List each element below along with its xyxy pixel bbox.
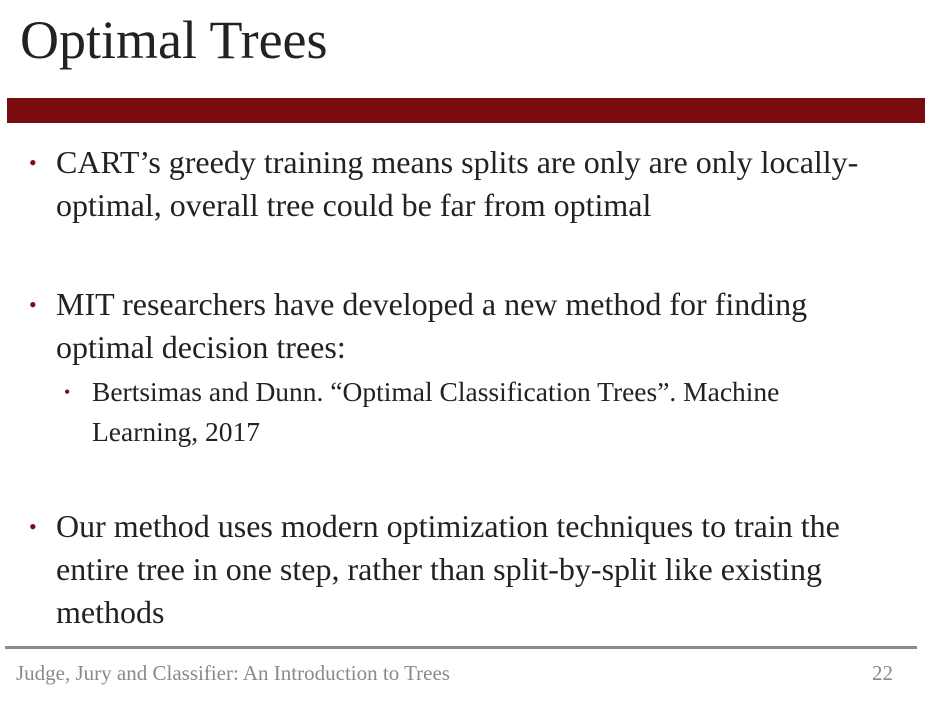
bullet-icon: • (29, 514, 37, 539)
bullet-item: • MIT researchers have developed a new m… (29, 283, 836, 369)
bullet-text: CART’s greedy training means splits are … (56, 144, 859, 223)
bullet-text: Our method uses modern optimization tech… (56, 508, 840, 630)
footer-divider (5, 646, 917, 649)
bullet-icon: • (64, 382, 71, 402)
bullet-icon: • (29, 150, 37, 175)
sub-bullet-text: Bertsimas and Dunn. “Optimal Classificat… (92, 376, 780, 447)
page-number: 22 (872, 661, 893, 685)
slide-title: Optimal Trees (20, 10, 328, 70)
title-divider-bar (7, 98, 925, 123)
bullet-item: • CART’s greedy training means splits ar… (29, 141, 916, 227)
bullet-text: MIT researchers have developed a new met… (56, 286, 808, 365)
bullet-item: • Our method uses modern optimization te… (29, 505, 896, 634)
sub-bullet-item: • Bertsimas and Dunn. “Optimal Classific… (64, 372, 812, 452)
footer-text: Judge, Jury and Classifier: An Introduct… (16, 661, 450, 685)
bullet-icon: • (29, 292, 37, 317)
